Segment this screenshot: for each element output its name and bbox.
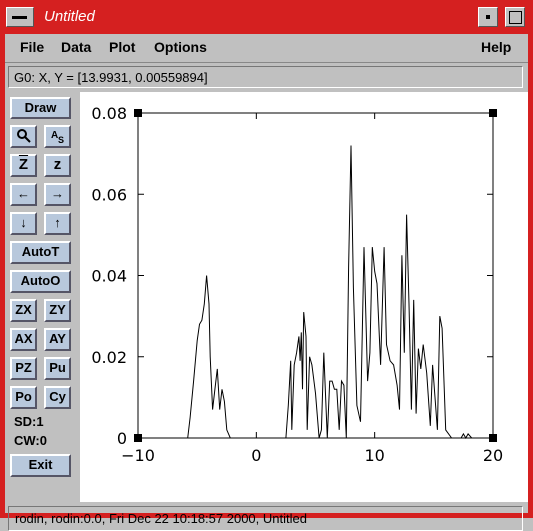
y-tick-label: 0.08 xyxy=(91,104,127,123)
zoom-in-label: Z xyxy=(18,156,29,173)
plot-area[interactable]: 0 0.02 0.04 0.06 0.08 −10 0 10 20 xyxy=(80,92,528,502)
pan-up-button[interactable]: ↑ xyxy=(44,212,71,235)
menu-bar: File Data Plot Options Help xyxy=(5,34,528,63)
cy-button[interactable]: Cy xyxy=(44,386,71,409)
pz-button[interactable]: PZ xyxy=(10,357,37,380)
series-line xyxy=(138,145,493,440)
title-bar[interactable]: Untitled xyxy=(0,0,533,34)
menu-data[interactable]: Data xyxy=(61,39,91,55)
window-title: Untitled xyxy=(44,8,95,25)
maximize-button[interactable] xyxy=(505,7,525,27)
dot-icon xyxy=(486,15,490,19)
window-frame: Untitled File Data Plot Options Help G0:… xyxy=(0,0,533,531)
x-tick-label: 20 xyxy=(483,446,503,465)
square-icon xyxy=(509,11,522,24)
minimize-button[interactable] xyxy=(478,7,498,27)
pu-button[interactable]: Pu xyxy=(44,357,71,380)
draw-button[interactable]: Draw xyxy=(10,97,71,119)
zoom-out-button[interactable]: z xyxy=(44,154,71,177)
arrow-right-icon: → xyxy=(51,186,64,201)
exit-button[interactable]: Exit xyxy=(10,454,71,477)
x-tick-label: 0 xyxy=(251,446,261,465)
minus-icon xyxy=(12,16,27,19)
ay-button[interactable]: AY xyxy=(44,328,71,351)
x-tick-label: 10 xyxy=(364,446,384,465)
magnify-button[interactable] xyxy=(10,125,37,148)
y-tick-label: 0.06 xyxy=(91,185,127,204)
coordinate-readout: G0: X, Y = [13.9931, 0.00559894] xyxy=(8,66,523,88)
plot-frame xyxy=(137,112,494,439)
pan-right-button[interactable]: → xyxy=(44,183,71,206)
zx-button[interactable]: ZX xyxy=(10,299,37,322)
arrow-left-icon: ← xyxy=(17,186,30,201)
x-tick-label: −10 xyxy=(121,446,155,465)
po-button[interactable]: Po xyxy=(10,386,37,409)
arrow-up-icon: ↑ xyxy=(54,215,61,230)
ax-button[interactable]: AX xyxy=(10,328,37,351)
client-area: File Data Plot Options Help G0: X, Y = [… xyxy=(5,34,528,531)
autoscale-button[interactable]: AS xyxy=(44,125,71,148)
cw-label: CW:0 xyxy=(14,433,47,448)
footer-status: rodin, rodin:0.0, Fri Dec 22 10:18:57 20… xyxy=(8,506,523,531)
pan-left-button[interactable]: ← xyxy=(10,183,37,206)
y-tick-label: 0.04 xyxy=(91,267,127,286)
menu-plot[interactable]: Plot xyxy=(109,39,135,55)
arrow-down-icon: ↓ xyxy=(20,215,27,230)
menu-help[interactable]: Help xyxy=(481,39,511,55)
window-menu-button[interactable] xyxy=(6,7,34,27)
menu-options[interactable]: Options xyxy=(154,39,207,55)
plot-svg[interactable]: 00.020.040.060.08−10 0 10 20 xyxy=(80,92,528,502)
menu-file[interactable]: File xyxy=(20,39,44,55)
pan-down-button[interactable]: ↓ xyxy=(10,212,37,235)
sd-label: SD:1 xyxy=(14,414,44,429)
autot-button[interactable]: AutoT xyxy=(10,241,71,264)
zy-button[interactable]: ZY xyxy=(44,299,71,322)
autoscale-icon: AS xyxy=(51,130,64,145)
svg-text:S: S xyxy=(58,135,64,144)
magnifier-icon xyxy=(16,129,31,143)
autoo-button[interactable]: AutoO xyxy=(10,270,71,293)
y-tick-label: 0.02 xyxy=(91,348,127,367)
zoom-in-button[interactable]: Z xyxy=(10,154,37,177)
